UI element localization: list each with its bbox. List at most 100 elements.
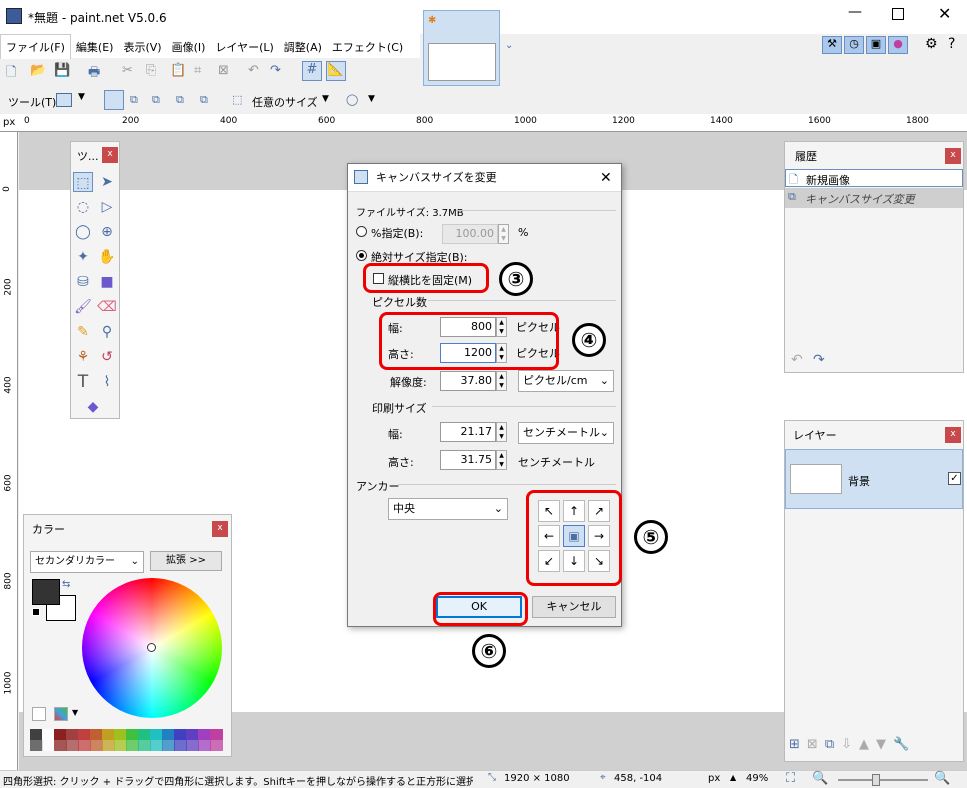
color-mode-select[interactable]: セカンダリカラー ⌄	[30, 551, 144, 573]
resolution-input[interactable]: 37.80	[440, 371, 496, 391]
move-layer-down-icon[interactable]: ▼	[876, 737, 893, 752]
text-tool-icon[interactable]: T	[73, 372, 93, 392]
menu-effect[interactable]: エフェクト(C)	[327, 35, 408, 59]
selection-size-select[interactable]: 任意のサイズ	[252, 94, 318, 110]
move-selection-tool-icon[interactable]: ▷	[97, 197, 117, 217]
menu-view[interactable]: 表示(V)	[118, 35, 166, 59]
color-wheel-cursor[interactable]	[147, 643, 156, 652]
ruler-icon[interactable]: 📐	[326, 61, 346, 81]
zoom-level[interactable]: 49%	[746, 773, 768, 784]
grid-icon[interactable]: #	[302, 61, 322, 81]
menu-edit[interactable]: 編集(E)	[71, 35, 119, 59]
paste-icon[interactable]: 📋	[170, 63, 186, 78]
layers-toggle-icon[interactable]: ▣	[866, 36, 886, 54]
image-tab-thumbnail[interactable]: ✱	[423, 10, 500, 86]
print-unit-select[interactable]: センチメートル ⌄	[518, 422, 614, 444]
magic-wand-tool-icon[interactable]: ✦	[73, 247, 93, 267]
paintbrush-tool-icon[interactable]: 🖌	[73, 297, 93, 317]
layer-properties-icon[interactable]: 🔧	[893, 737, 916, 752]
antialias-dropdown-icon[interactable]: ▼	[368, 94, 375, 104]
dialog-close-button[interactable]: ✕	[600, 164, 612, 192]
merge-layer-icon[interactable]: ⇩	[841, 737, 859, 752]
tools-toggle-icon[interactable]: ⚒	[822, 36, 842, 54]
selection-mode-intersect-icon[interactable]: ⧉	[176, 93, 184, 107]
lasso-select-tool-icon[interactable]: ◌	[73, 197, 93, 217]
colors-close-button[interactable]: x	[212, 521, 228, 537]
print-width-spinner[interactable]: ▲ ▼	[496, 422, 507, 442]
selection-mode-replace-icon[interactable]	[104, 90, 124, 110]
close-window-button[interactable]: ✕	[938, 4, 951, 23]
color-picker-tool-icon[interactable]: ⚲	[97, 322, 117, 342]
open-icon[interactable]: 📂	[30, 63, 46, 78]
shapes-tool-icon[interactable]: ◆	[83, 397, 103, 417]
crop-icon[interactable]: ⌗	[194, 63, 201, 78]
zoom-fit-icon[interactable]: ⛶	[786, 771, 795, 786]
swap-colors-icon[interactable]: ⇆	[62, 579, 70, 590]
unit-dropdown-icon[interactable]: ▲	[730, 773, 736, 782]
unit-selector[interactable]: px	[708, 773, 720, 784]
history-redo-icon[interactable]: ↷	[813, 352, 825, 368]
percent-input[interactable]: 100.00	[442, 224, 498, 244]
maximize-button[interactable]	[892, 8, 904, 20]
delete-layer-icon[interactable]: ⊠	[807, 737, 825, 752]
history-item[interactable]: 🗋 新規画像	[785, 169, 963, 187]
layer-row[interactable]: 背景 ✓	[785, 449, 963, 509]
resolution-spinner[interactable]: ▲ ▼	[496, 371, 507, 391]
anchor-select[interactable]: 中央 ⌄	[388, 498, 508, 520]
eraser-tool-icon[interactable]: ⌫	[97, 297, 117, 317]
layers-close-button[interactable]: x	[945, 427, 961, 443]
move-layer-up-icon[interactable]: ▲	[859, 737, 876, 752]
history-undo-icon[interactable]: ↶	[791, 352, 803, 368]
duplicate-layer-icon[interactable]: ⧉	[825, 737, 841, 752]
move-selected-tool-icon[interactable]: ➤	[97, 172, 117, 192]
copy-icon[interactable]: ⎘	[146, 63, 156, 78]
tool-dropdown-icon[interactable]: ▼	[78, 92, 85, 102]
cut-icon[interactable]: ✂	[122, 63, 133, 78]
absolute-radio[interactable]	[356, 250, 367, 261]
zoom-out-icon[interactable]: 🔍	[812, 771, 828, 786]
zoom-slider-thumb[interactable]	[872, 774, 880, 786]
rectangle-select-tool-icon[interactable]: ⬚	[73, 172, 93, 192]
redo-icon[interactable]: ↷	[270, 63, 281, 78]
primary-color-swatch[interactable]	[32, 579, 60, 605]
print-icon[interactable]: 🖶	[88, 63, 100, 85]
print-width-input[interactable]: 21.17	[440, 422, 496, 442]
new-icon[interactable]: 🗋	[6, 63, 16, 85]
pencil-tool-icon[interactable]: ✎	[73, 322, 93, 342]
palette-swatch[interactable]	[210, 729, 223, 740]
pan-tool-icon[interactable]: ✋	[97, 247, 117, 267]
palette-dropdown-icon[interactable]: ▼	[72, 708, 78, 717]
antialias-icon[interactable]: ◯	[346, 93, 358, 106]
menu-file[interactable]: ファイル(F)	[0, 34, 71, 59]
history-toggle-icon[interactable]: ◷	[844, 36, 864, 54]
add-layer-icon[interactable]: ⊞	[789, 737, 807, 752]
current-tool-icon[interactable]	[56, 93, 72, 107]
print-height-input[interactable]: 31.75	[440, 450, 496, 470]
layer-visibility-checkbox[interactable]: ✓	[948, 472, 961, 485]
print-height-spinner[interactable]: ▲ ▼	[496, 450, 507, 470]
percent-spinner[interactable]: ▲ ▼	[498, 224, 509, 244]
expand-button[interactable]: 拡張 >>	[150, 551, 222, 571]
zoom-slider-track[interactable]	[838, 779, 928, 781]
help-icon[interactable]: ?	[948, 36, 955, 52]
palette-menu-icon[interactable]	[54, 707, 68, 721]
cancel-button[interactable]: キャンセル	[532, 596, 616, 618]
gradient-tool-icon[interactable]: ■	[97, 272, 117, 292]
percent-radio[interactable]	[356, 226, 367, 237]
colors-toggle-icon[interactable]: ●	[888, 36, 908, 54]
palette-swatch[interactable]	[210, 740, 223, 751]
line-curve-tool-icon[interactable]: ⌇	[97, 372, 117, 392]
recolor-tool-icon[interactable]: ↺	[97, 347, 117, 367]
history-close-button[interactable]: x	[945, 148, 961, 164]
tools-panel-close-button[interactable]: x	[102, 147, 118, 163]
deselect-icon[interactable]: ⊠	[218, 63, 229, 78]
add-palette-color-icon[interactable]	[32, 707, 46, 721]
reset-colors-icon[interactable]	[32, 608, 40, 616]
tab-dropdown-icon[interactable]: ⌄	[505, 40, 513, 51]
minimize-button[interactable]: —	[848, 4, 862, 20]
menu-image[interactable]: 画像(I)	[167, 35, 211, 59]
menu-layer[interactable]: レイヤー(L)	[210, 35, 278, 59]
menu-adjust[interactable]: 調整(A)	[279, 35, 327, 59]
zoom-tool-icon[interactable]: ⊕	[97, 222, 117, 242]
selection-mode-invert-icon[interactable]: ⧉	[200, 93, 208, 107]
